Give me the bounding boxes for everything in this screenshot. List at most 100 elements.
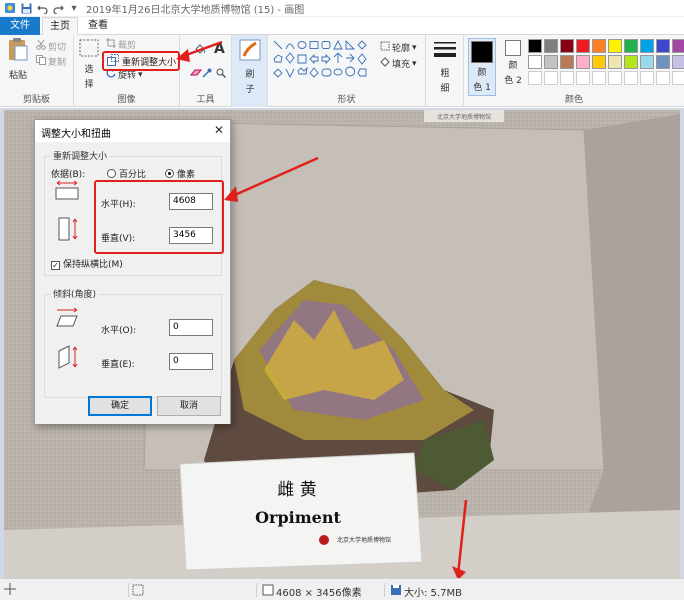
text-tool-icon[interactable]: A bbox=[214, 41, 225, 57]
palette-swatch[interactable] bbox=[576, 39, 590, 53]
outline-button[interactable]: 轮廓 ▾ bbox=[380, 41, 417, 54]
label-english-name: Orpiment bbox=[255, 508, 341, 527]
shapes-group-label: 形状 bbox=[337, 95, 356, 105]
percent-radio-icon bbox=[107, 169, 116, 178]
by-label: 依据(B): bbox=[51, 170, 86, 180]
image-dimensions: 4608 × 3456像素 bbox=[276, 588, 362, 599]
magnifier-icon[interactable] bbox=[216, 68, 226, 78]
close-icon[interactable]: ✕ bbox=[214, 123, 224, 137]
dialog-title: 调整大小和扭曲 bbox=[41, 129, 111, 140]
palette-swatch[interactable] bbox=[624, 55, 638, 69]
percent-radio[interactable]: 百分比 bbox=[107, 167, 146, 180]
skew-fieldset: 倾斜(角度) 水平(O): 0 垂直(E): 0 bbox=[44, 287, 222, 398]
color2-button[interactable]: 颜 色 2 bbox=[500, 40, 526, 86]
paste-button[interactable]: 粘贴 bbox=[4, 37, 32, 81]
undo-icon[interactable] bbox=[36, 2, 48, 14]
brushes-button[interactable]: 刷 子 bbox=[236, 38, 264, 95]
keep-aspect-checkbox[interactable]: ✓ 保持纵横比(M) bbox=[51, 257, 123, 270]
pixels-radio[interactable]: 像素 bbox=[165, 167, 195, 180]
label-footer: 北京大学地质博物馆 bbox=[337, 536, 391, 544]
palette-swatch[interactable] bbox=[560, 55, 574, 69]
fill-bucket-icon[interactable] bbox=[194, 43, 206, 55]
clipboard-group-label: 剪贴板 bbox=[22, 95, 50, 105]
palette-swatch-empty[interactable] bbox=[592, 71, 606, 85]
palette-swatch[interactable] bbox=[624, 39, 638, 53]
crop-icon bbox=[106, 38, 116, 51]
select-label-2: 择 bbox=[84, 80, 94, 90]
skew-vertical-label: 垂直(E): bbox=[101, 360, 135, 370]
palette-swatch[interactable] bbox=[608, 55, 622, 69]
palette-swatch[interactable] bbox=[576, 55, 590, 69]
file-size-icon bbox=[390, 584, 402, 599]
palette-swatch-empty[interactable] bbox=[576, 71, 590, 85]
save-icon[interactable] bbox=[20, 2, 32, 14]
copy-button[interactable]: 复制 bbox=[36, 55, 66, 68]
palette-swatch[interactable] bbox=[592, 39, 606, 53]
ok-button[interactable]: 确定 bbox=[88, 396, 152, 416]
rotate-dropdown-icon: ▾ bbox=[138, 69, 143, 80]
image-group-label: 图像 bbox=[117, 95, 136, 105]
cut-button[interactable]: 剪切 bbox=[36, 39, 67, 53]
palette-swatch[interactable] bbox=[544, 39, 558, 53]
ribbon: 粘贴 剪切 复制 剪贴板 选 择 裁剪 旋转 ▾ 图像 重新调整大小 A 工具 … bbox=[0, 35, 684, 107]
palette-swatch-empty[interactable] bbox=[656, 71, 670, 85]
crop-button[interactable]: 裁剪 bbox=[106, 38, 136, 51]
horizontal-resize-icon bbox=[55, 180, 79, 203]
palette-swatch-empty[interactable] bbox=[608, 71, 622, 85]
cancel-button[interactable]: 取消 bbox=[157, 396, 221, 416]
label-chinese-name: 雌 黄 bbox=[277, 480, 316, 500]
palette-swatch-empty[interactable] bbox=[640, 71, 654, 85]
palette-swatch[interactable] bbox=[640, 55, 654, 69]
color-picker-icon[interactable] bbox=[202, 68, 212, 78]
palette-swatch-empty[interactable] bbox=[672, 71, 684, 85]
cut-label: 剪切 bbox=[48, 43, 67, 53]
horizontal-skew-icon bbox=[55, 307, 79, 330]
size-button[interactable]: 粗 细 bbox=[432, 41, 458, 94]
brushes-label-1: 刷 bbox=[245, 70, 255, 80]
fill-label: 填充 bbox=[392, 60, 411, 70]
palette-swatch[interactable] bbox=[656, 39, 670, 53]
skew-horizontal-input[interactable]: 0 bbox=[169, 319, 213, 336]
palette-swatch[interactable] bbox=[656, 55, 670, 69]
resize-button[interactable]: 重新调整大小 bbox=[102, 51, 180, 71]
tab-view[interactable]: 查看 bbox=[86, 17, 110, 35]
clipboard-group: 粘贴 剪切 复制 剪贴板 bbox=[0, 35, 74, 107]
eraser-icon[interactable] bbox=[190, 68, 202, 78]
fill-dropdown-icon: ▾ bbox=[412, 58, 417, 69]
select-icon bbox=[79, 39, 99, 60]
shapes-gallery-icons bbox=[273, 39, 367, 79]
palette-swatch[interactable] bbox=[528, 39, 542, 53]
paste-label: 粘贴 bbox=[8, 71, 27, 81]
customize-quick-access-icon[interactable]: ▾ bbox=[68, 2, 80, 14]
tab-file[interactable]: 文件 bbox=[0, 17, 40, 35]
palette-swatch[interactable] bbox=[608, 39, 622, 53]
resize-label: 重新调整大小 bbox=[122, 57, 177, 68]
size-label-1: 粗 bbox=[440, 69, 450, 79]
tab-home[interactable]: 主页 bbox=[42, 17, 78, 36]
selection-size-icon bbox=[132, 584, 144, 599]
palette-swatch[interactable] bbox=[640, 39, 654, 53]
fill-button[interactable]: 填充 ▾ bbox=[380, 57, 417, 70]
color1-button[interactable]: 颜 色 1 bbox=[468, 38, 496, 96]
keep-aspect-label: 保持纵横比(M) bbox=[63, 260, 123, 270]
redo-icon[interactable] bbox=[52, 2, 64, 14]
palette-swatch[interactable] bbox=[672, 55, 684, 69]
palette-swatch[interactable] bbox=[592, 55, 606, 69]
image-size-icon bbox=[262, 584, 274, 599]
palette-swatch[interactable] bbox=[528, 55, 542, 69]
skew-vertical-input[interactable]: 0 bbox=[169, 353, 213, 370]
color1-swatch bbox=[471, 41, 493, 63]
tools-group: A 工具 bbox=[180, 35, 232, 107]
palette-swatch[interactable] bbox=[672, 39, 684, 53]
palette-swatch-empty[interactable] bbox=[624, 71, 638, 85]
palette-swatch-empty[interactable] bbox=[560, 71, 574, 85]
resize-legend: 重新调整大小 bbox=[51, 149, 110, 162]
palette-swatch[interactable] bbox=[560, 39, 574, 53]
palette-swatch-empty[interactable] bbox=[544, 71, 558, 85]
color2-swatch bbox=[505, 40, 521, 56]
palette-swatch-empty[interactable] bbox=[528, 71, 542, 85]
palette-swatch[interactable] bbox=[544, 55, 558, 69]
select-button[interactable]: 选 择 bbox=[78, 39, 100, 90]
museum-seal-icon bbox=[319, 535, 329, 545]
shapes-gallery[interactable] bbox=[272, 39, 376, 79]
